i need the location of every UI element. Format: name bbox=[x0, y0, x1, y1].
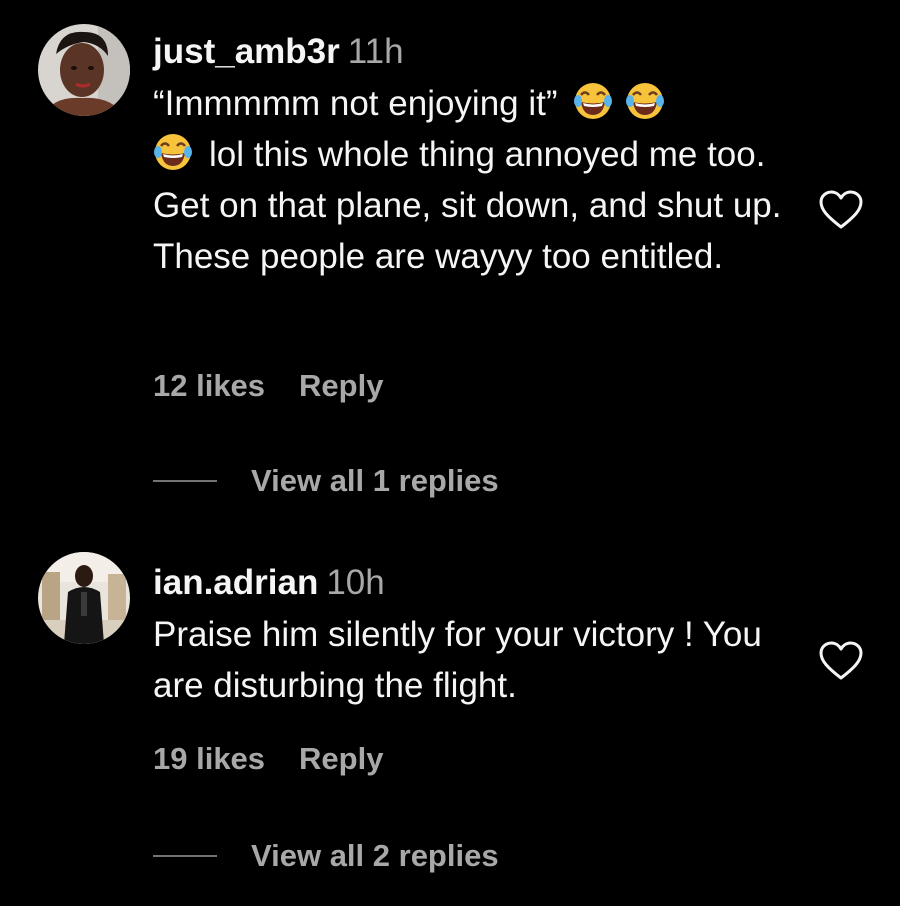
comment-text: “Immmmm not enjoying it” lol this whole … bbox=[153, 78, 803, 282]
comment-item: ian.adrian 10h Praise him silently for yo… bbox=[0, 540, 900, 906]
avatar[interactable] bbox=[38, 24, 130, 116]
reply-button[interactable]: Reply bbox=[299, 741, 383, 776]
comment-item: just_amb3r 11h “Immmmm not enjoying it” l… bbox=[0, 0, 900, 520]
likes-count[interactable]: 19 likes bbox=[153, 741, 265, 776]
likes-count[interactable]: 12 likes bbox=[153, 368, 265, 403]
comment-actions: 12 likes Reply bbox=[153, 368, 383, 404]
username[interactable]: just_amb3r bbox=[153, 32, 340, 71]
view-replies-button[interactable]: View all 2 replies bbox=[153, 838, 499, 874]
view-replies-label: View all 1 replies bbox=[251, 463, 499, 498]
comment-text: Praise him silently for your victory ! Y… bbox=[153, 615, 772, 705]
like-heart-icon[interactable] bbox=[818, 640, 864, 682]
comment-header: ian.adrian 10h bbox=[153, 563, 385, 603]
username[interactable]: ian.adrian bbox=[153, 563, 318, 602]
divider-line bbox=[153, 480, 217, 482]
comment-actions: 19 likes Reply bbox=[153, 741, 383, 777]
like-heart-icon[interactable] bbox=[818, 189, 864, 231]
comment-text-quote: “Immmmm not enjoying it” bbox=[153, 84, 558, 123]
comment-text-rest: lol this whole thing annoyed me too. Get… bbox=[153, 135, 791, 276]
timestamp: 11h bbox=[347, 32, 404, 71]
comment-header: just_amb3r 11h bbox=[153, 32, 404, 72]
face-with-tears-of-joy-icon bbox=[625, 81, 665, 121]
avatar[interactable] bbox=[38, 552, 130, 644]
face-with-tears-of-joy-icon bbox=[573, 81, 613, 121]
view-replies-button[interactable]: View all 1 replies bbox=[153, 463, 499, 499]
divider-line bbox=[153, 855, 217, 857]
view-replies-label: View all 2 replies bbox=[251, 838, 499, 873]
reply-button[interactable]: Reply bbox=[299, 368, 383, 403]
face-with-tears-of-joy-icon bbox=[153, 132, 193, 172]
timestamp: 10h bbox=[326, 563, 385, 602]
